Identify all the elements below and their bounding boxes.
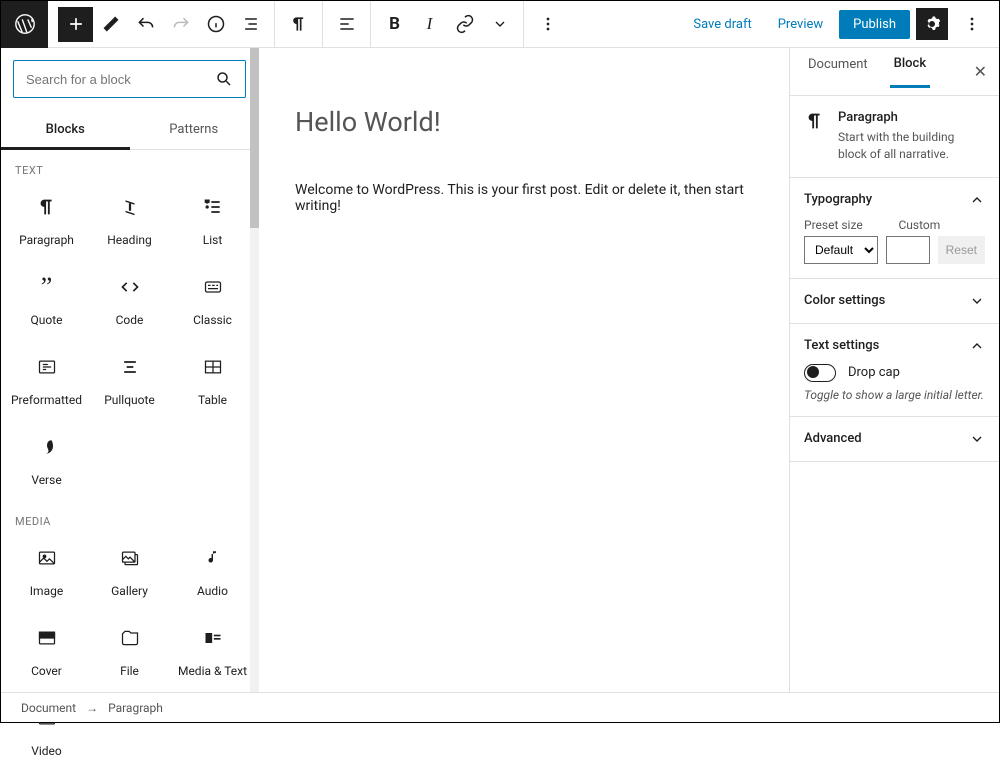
link-icon[interactable] xyxy=(447,7,482,42)
block-file[interactable]: File xyxy=(88,612,171,692)
custom-label: Custom xyxy=(899,218,986,232)
search-input[interactable] xyxy=(13,60,246,98)
block-classic[interactable]: Classic xyxy=(171,261,254,341)
post-body[interactable]: Welcome to WordPress. This is your first… xyxy=(295,182,753,214)
breadcrumb: Document → Paragraph xyxy=(1,692,999,722)
topbar: B I Save draft Preview Publish xyxy=(1,1,999,48)
dropcap-hint: Toggle to show a large initial letter. xyxy=(804,388,985,402)
custom-size-input[interactable] xyxy=(886,236,930,264)
reset-button[interactable]: Reset xyxy=(938,236,985,264)
tab-patterns[interactable]: Patterns xyxy=(130,110,259,149)
breadcrumb-current[interactable]: Paragraph xyxy=(108,701,163,715)
close-icon[interactable]: ✕ xyxy=(974,62,987,81)
align-icon[interactable] xyxy=(329,7,364,42)
undo-icon[interactable] xyxy=(128,7,163,42)
block-inserter: Blocks Patterns TEXT ParagraphHeadingLis… xyxy=(1,48,259,722)
search-icon xyxy=(215,70,233,88)
chevron-down-icon xyxy=(969,431,985,447)
add-block-button[interactable] xyxy=(58,7,93,42)
scrollbar[interactable] xyxy=(250,48,259,722)
block-paragraph[interactable]: Paragraph xyxy=(5,181,88,261)
chevron-down-icon[interactable] xyxy=(482,7,517,42)
block-verse[interactable]: Verse xyxy=(5,421,88,501)
settings-sidebar: Document Block ✕ Paragraph Start with th… xyxy=(789,48,999,722)
tab-document[interactable]: Document xyxy=(804,57,872,86)
panel-color[interactable]: Color settings xyxy=(804,293,985,309)
outline-icon[interactable] xyxy=(233,7,268,42)
block-heading[interactable]: Heading xyxy=(88,181,171,261)
panel-typography[interactable]: Typography xyxy=(804,192,985,208)
paragraph-icon xyxy=(804,110,826,163)
kebab-icon[interactable] xyxy=(954,7,989,42)
dropcap-toggle[interactable] xyxy=(804,364,836,382)
category-media: MEDIA xyxy=(1,501,258,532)
preset-label: Preset size xyxy=(804,218,891,232)
paragraph-block-icon[interactable] xyxy=(281,7,316,42)
publish-button[interactable]: Publish xyxy=(839,10,910,39)
block-preformatted[interactable]: Preformatted xyxy=(5,341,88,421)
tab-block[interactable]: Block xyxy=(890,56,930,88)
italic-icon[interactable]: I xyxy=(412,7,447,42)
info-icon[interactable] xyxy=(198,7,233,42)
chevron-up-icon xyxy=(969,192,985,208)
block-gallery[interactable]: Gallery xyxy=(88,532,171,612)
block-description: Start with the building block of all nar… xyxy=(838,129,985,163)
wordpress-logo[interactable] xyxy=(1,1,48,48)
settings-button[interactable] xyxy=(916,8,948,40)
block-table[interactable]: Table xyxy=(171,341,254,421)
chevron-up-icon xyxy=(969,338,985,354)
block-audio[interactable]: Audio xyxy=(171,532,254,612)
panel-text-settings[interactable]: Text settings xyxy=(804,338,985,354)
block-image[interactable]: Image xyxy=(5,532,88,612)
block-cover[interactable]: Cover xyxy=(5,612,88,692)
chevron-down-icon xyxy=(969,293,985,309)
category-text: TEXT xyxy=(1,150,258,181)
breadcrumb-root[interactable]: Document xyxy=(21,701,76,715)
block-media-text[interactable]: Media & Text xyxy=(171,612,254,692)
redo-icon[interactable] xyxy=(163,7,198,42)
editor-canvas[interactable]: Hello World! Welcome to WordPress. This … xyxy=(259,48,789,722)
more-icon[interactable] xyxy=(530,7,565,42)
block-name: Paragraph xyxy=(838,110,985,125)
preset-size-select[interactable]: Default xyxy=(804,236,878,264)
post-title[interactable]: Hello World! xyxy=(295,106,753,138)
dropcap-label: Drop cap xyxy=(848,365,900,380)
preview-button[interactable]: Preview xyxy=(768,11,833,38)
edit-icon[interactable] xyxy=(93,7,128,42)
block-pullquote[interactable]: Pullquote xyxy=(88,341,171,421)
panel-advanced[interactable]: Advanced xyxy=(804,431,985,447)
bold-icon[interactable]: B xyxy=(377,7,412,42)
save-draft-button[interactable]: Save draft xyxy=(683,11,761,38)
block-code[interactable]: Code xyxy=(88,261,171,341)
tab-blocks[interactable]: Blocks xyxy=(1,110,130,150)
block-quote[interactable]: ”Quote xyxy=(5,261,88,341)
block-list[interactable]: List xyxy=(171,181,254,261)
